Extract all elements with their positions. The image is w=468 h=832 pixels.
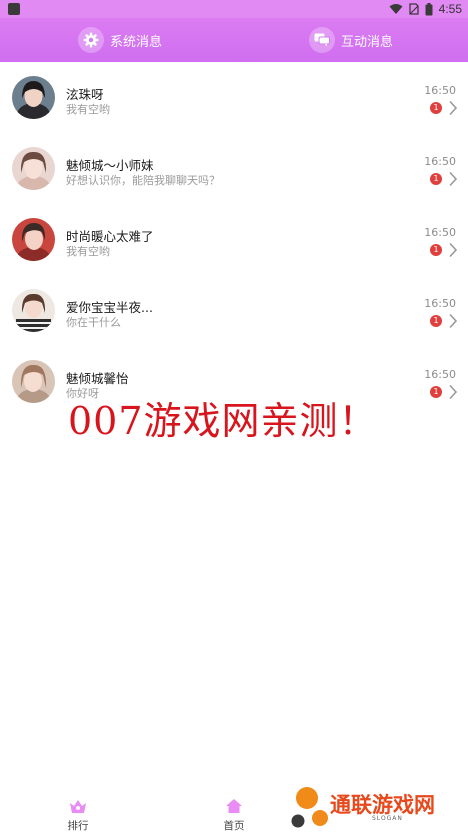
notification-icon: [8, 3, 20, 15]
logo-slogan: SLOGAN: [372, 815, 403, 822]
logo-mark-icon: [291, 787, 328, 828]
avatar[interactable]: [12, 147, 55, 190]
message-item[interactable]: 时尚暖心太难了 我有空哟 16:50 1: [0, 204, 468, 275]
avatar[interactable]: [12, 360, 55, 403]
message-preview: 你在干什么: [66, 316, 121, 329]
message-item[interactable]: 泫珠呀 我有空哟 16:50 1: [0, 62, 468, 133]
unread-badge: 1: [430, 315, 442, 327]
site-logo: 通联游戏网 SLOGAN: [290, 784, 460, 830]
message-time: 16:50: [424, 84, 456, 97]
nav-home-label: 首页: [223, 820, 245, 832]
unread-badge: 1: [430, 244, 442, 256]
status-icons: 4:55: [389, 1, 462, 17]
nav-item-home[interactable]: 首页: [209, 798, 259, 832]
avatar[interactable]: [12, 76, 55, 119]
chevron-right-icon: [449, 171, 458, 187]
unread-badge: 1: [430, 173, 442, 185]
chevron-right-icon: [449, 100, 458, 116]
nav-rank-label: 排行: [67, 820, 89, 832]
message-list: 泫珠呀 我有空哟 16:50 1 魅倾城～小师妹 好想认识你，能陪我聊聊天吗？ …: [0, 62, 468, 417]
watermark-text: 007游戏网亲测！: [68, 399, 378, 443]
tab-interactive-label: 互动消息: [341, 34, 394, 50]
message-preview: 我有空哟: [66, 103, 110, 116]
gear-icon: [78, 27, 104, 53]
message-time: 16:50: [424, 368, 456, 381]
unread-badge: 1: [430, 102, 442, 114]
chevron-right-icon: [449, 242, 458, 258]
message-item[interactable]: 爱你宝宝半夜... 你在干什么 16:50 1: [0, 275, 468, 346]
wifi-icon: [389, 4, 403, 14]
message-item[interactable]: 魅倾城～小师妹 好想认识你，能陪我聊聊天吗？ 16:50 1: [0, 133, 468, 204]
avatar[interactable]: [12, 218, 55, 261]
status-bar: 4:55: [0, 0, 468, 18]
battery-icon: [425, 2, 433, 15]
status-time: 4:55: [438, 2, 462, 16]
tab-system-messages[interactable]: 系统消息: [78, 18, 162, 62]
message-preview: 好想认识你，能陪我聊聊天吗？: [66, 174, 220, 187]
tab-interactive-messages[interactable]: 互动消息: [309, 18, 393, 62]
unread-badge: 1: [430, 386, 442, 398]
message-time: 16:50: [424, 155, 456, 168]
avatar[interactable]: [12, 289, 55, 332]
message-tabs-header: 系统消息 互动消息: [0, 18, 468, 62]
message-time: 16:50: [424, 297, 456, 310]
chevron-right-icon: [449, 384, 458, 400]
crown-icon: [70, 800, 86, 813]
no-sim-icon: [408, 3, 419, 15]
home-icon: [226, 799, 242, 813]
nav-item-rank[interactable]: 排行: [53, 798, 103, 832]
message-time: 16:50: [424, 226, 456, 239]
chat-bubbles-icon: [309, 27, 335, 53]
chevron-right-icon: [449, 313, 458, 329]
tab-system-label: 系统消息: [110, 34, 163, 50]
message-preview: 我有空哟: [66, 245, 110, 258]
